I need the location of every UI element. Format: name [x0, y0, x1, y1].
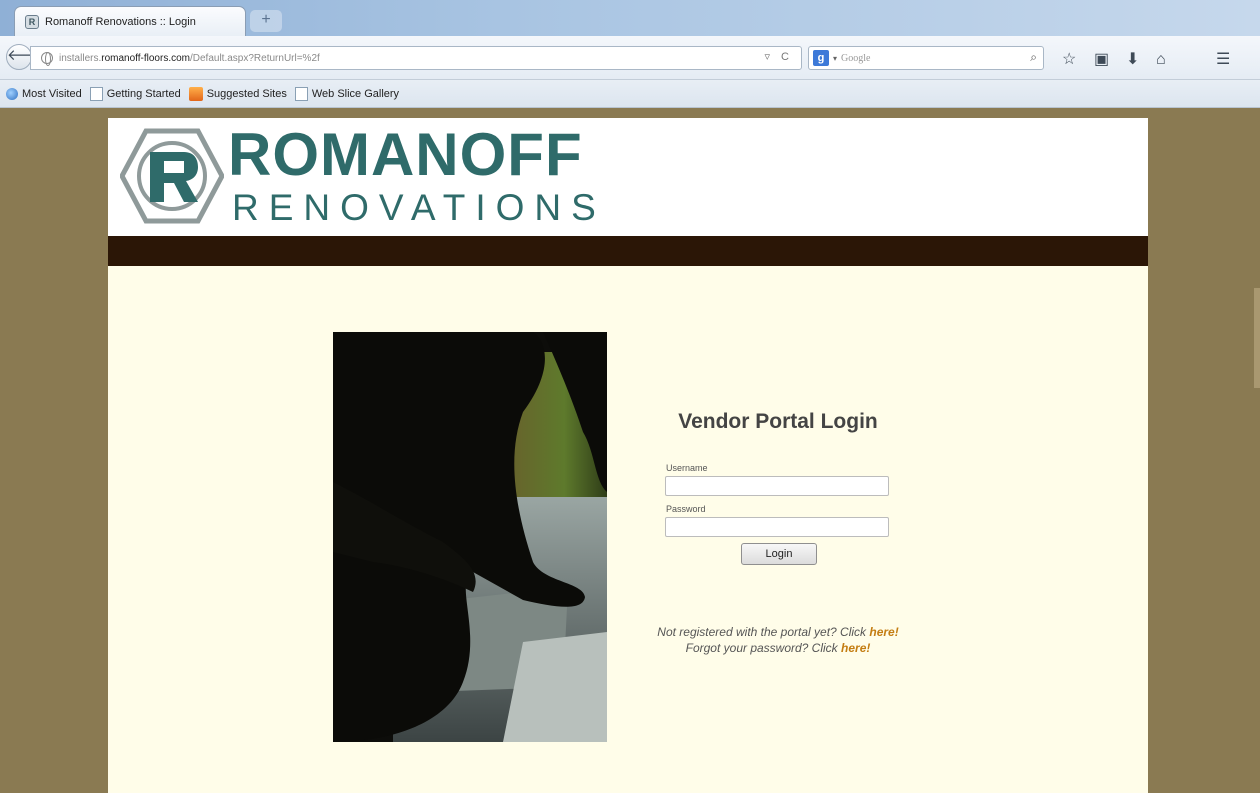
page-viewport: ROMANOFF RENOVATIONS Vendor Portal Login…: [0, 108, 1260, 793]
bookmark-web-slice-gallery[interactable]: Web Slice Gallery: [294, 86, 400, 101]
most-visited-icon: [6, 87, 18, 100]
password-field[interactable]: [665, 517, 889, 537]
register-text: Not registered with the portal yet? Clic…: [657, 625, 870, 639]
username-label: Username: [666, 463, 708, 473]
address-bar[interactable]: installers. romanoff-floors.com /Default…: [30, 46, 802, 70]
browser-title-bar: R Romanoff Renovations :: Login +: [0, 0, 1260, 36]
logo-wordmark-renovations: RENOVATIONS: [232, 187, 606, 228]
scrollbar[interactable]: [1254, 288, 1260, 388]
google-search-engine-icon[interactable]: g: [813, 50, 829, 66]
menu-icon[interactable]: ☰: [1216, 52, 1230, 68]
register-link[interactable]: here!: [869, 625, 898, 639]
forgot-password-link[interactable]: here!: [841, 641, 870, 655]
new-tab-button[interactable]: +: [250, 10, 282, 32]
bookmark-label: Most Visited: [22, 87, 82, 100]
download-icon[interactable]: ⬇: [1126, 52, 1139, 68]
bookmarks-toolbar: Most Visited Getting Started Suggested S…: [0, 80, 1260, 108]
suggested-sites-icon: [188, 86, 203, 101]
tab-title: Romanoff Renovations :: Login: [45, 15, 196, 28]
search-bar[interactable]: g ▾ Google ⌕: [808, 46, 1044, 70]
username-field[interactable]: [665, 476, 889, 496]
help-links: Not registered with the portal yet? Clic…: [618, 624, 938, 656]
search-placeholder: Google: [841, 52, 871, 64]
bookmark-label: Web Slice Gallery: [311, 87, 400, 100]
bookmark-suggested-sites[interactable]: Suggested Sites: [188, 86, 287, 101]
flooring-installer-photo: [333, 332, 607, 742]
bookmark-label: Suggested Sites: [206, 87, 287, 100]
browser-tab[interactable]: R Romanoff Renovations :: Login: [14, 6, 246, 36]
romanoff-logo-icon: [120, 128, 224, 224]
register-line: Not registered with the portal yet? Clic…: [618, 624, 938, 640]
reload-icon[interactable]: ▿ C: [764, 50, 793, 63]
header-divider-bar: [108, 236, 1148, 266]
url-domain: romanoff-floors.com: [101, 52, 190, 64]
login-title: Vendor Portal Login: [678, 410, 878, 433]
url-subdomain: installers.: [59, 52, 102, 64]
forgot-password-line: Forgot your password? Click here!: [618, 640, 938, 656]
clipboard-icon[interactable]: ▣: [1094, 52, 1109, 68]
site-favicon-icon: R: [25, 14, 39, 29]
password-label: Password: [666, 504, 706, 514]
bookmark-most-visited[interactable]: Most Visited: [6, 87, 82, 100]
url-path: /Default.aspx?ReturnUrl=%2f: [190, 52, 320, 64]
site-header[interactable]: ROMANOFF RENOVATIONS: [108, 118, 1148, 236]
search-engine-dropdown-icon[interactable]: ▾: [833, 54, 837, 63]
back-button[interactable]: 🡐: [6, 44, 47, 70]
home-icon[interactable]: ⌂: [1156, 52, 1166, 68]
bookmark-label: Getting Started: [106, 87, 181, 100]
logo-wordmark-romanoff: ROMANOFF: [228, 121, 583, 188]
navigation-toolbar: 🡐 installers. romanoff-floors.com /Defau…: [0, 36, 1260, 80]
search-icon[interactable]: ⌕: [1030, 50, 1037, 65]
page-icon: [89, 86, 103, 101]
forgot-password-text: Forgot your password? Click: [685, 641, 842, 655]
page-icon: [294, 86, 308, 101]
login-button[interactable]: Login: [741, 543, 817, 565]
page-container: ROMANOFF RENOVATIONS Vendor Portal Login…: [108, 118, 1148, 793]
bookmark-getting-started[interactable]: Getting Started: [89, 86, 181, 101]
globe-icon: [41, 52, 53, 66]
star-icon[interactable]: ☆: [1062, 52, 1076, 68]
